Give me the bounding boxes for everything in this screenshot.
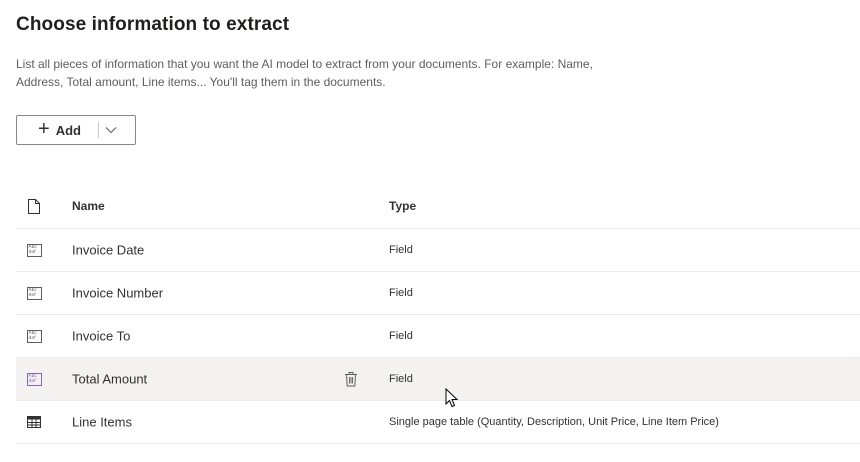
table-row[interactable]: Abc def Invoice To Field <box>16 315 860 358</box>
page-title: Choose information to extract <box>16 14 290 35</box>
trash-icon[interactable] <box>344 371 358 387</box>
column-header-type[interactable]: Type <box>389 199 416 213</box>
field-name: Invoice Number <box>72 285 164 301</box>
text-field-icon: Abc def <box>26 242 42 258</box>
field-type: Field <box>389 373 413 385</box>
table-row-selected[interactable]: Abc def Total Amount Field <box>16 358 860 401</box>
text-field-icon: Abc def <box>26 371 42 387</box>
field-type: Field <box>389 330 413 342</box>
table-row[interactable]: Line Items Single page table (Quantity, … <box>16 401 860 444</box>
text-field-icon: Abc def <box>26 285 42 301</box>
mouse-pointer-icon <box>445 388 459 408</box>
document-icon <box>26 198 42 214</box>
column-header-name[interactable]: Name <box>72 199 105 213</box>
extract-info-page: Choose information to extract List all p… <box>0 0 860 462</box>
fields-table: Name Type Abc def Invoice Date Field Abc d… <box>16 184 860 444</box>
plus-icon: + <box>38 118 50 140</box>
field-type: Field <box>389 287 413 299</box>
table-icon <box>26 414 42 430</box>
add-split-button[interactable]: + Add <box>16 115 136 145</box>
field-name: Line Items <box>72 414 132 430</box>
add-button-label: Add <box>55 122 81 138</box>
add-button[interactable]: + Add <box>17 116 81 144</box>
field-type: Single page table (Quantity, Description… <box>389 416 719 428</box>
table-header: Name Type <box>16 184 860 229</box>
chevron-down-icon <box>105 127 117 134</box>
field-name: Invoice Date <box>72 242 145 258</box>
field-name: Total Amount <box>72 371 148 387</box>
field-name: Invoice To <box>72 328 131 344</box>
table-row[interactable]: Abc def Invoice Date Field <box>16 229 860 272</box>
page-description: List all pieces of information that you … <box>16 57 593 89</box>
field-type: Field <box>389 244 413 256</box>
add-dropdown-button[interactable] <box>99 116 123 144</box>
text-field-icon: Abc def <box>26 328 42 344</box>
table-row[interactable]: Abc def Invoice Number Field <box>16 272 860 315</box>
